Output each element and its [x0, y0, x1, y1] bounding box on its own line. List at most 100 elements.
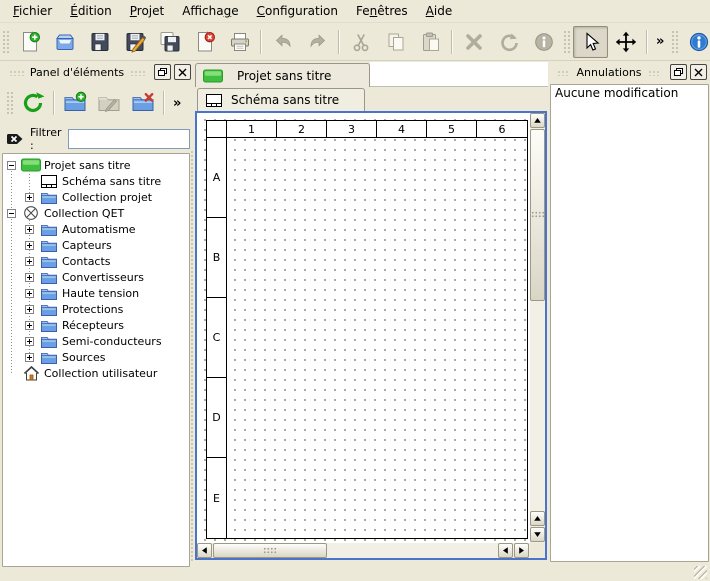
tree-item-sources[interactable]: Sources — [3, 349, 189, 365]
delete-button[interactable] — [456, 26, 491, 58]
v-scroll-down-button[interactable] — [530, 527, 545, 542]
element-info-button[interactable] — [526, 26, 561, 58]
close-panel-button[interactable] — [174, 64, 191, 80]
tree-item-schema-sans-titre[interactable]: Schéma sans titre — [3, 173, 189, 189]
tree-expander-plus[interactable] — [25, 337, 34, 346]
tree-item-haute-tension[interactable]: Haute tension — [3, 285, 189, 301]
close-file-button[interactable] — [187, 26, 222, 58]
new-category-button[interactable] — [58, 86, 92, 120]
tree-item-collection-utilisateur[interactable]: Collection utilisateur — [3, 365, 189, 381]
diagram-frame: 123456ABCDE — [206, 120, 528, 539]
menu-edition[interactable]: Édition — [61, 1, 121, 21]
tree-item-automatisme[interactable]: Automatisme — [3, 221, 189, 237]
toolbar-handle[interactable] — [671, 30, 678, 54]
about-button[interactable] — [681, 26, 710, 58]
tree-expander-plus[interactable] — [25, 225, 34, 234]
tree-expander-minus[interactable] — [7, 161, 16, 170]
menu-projet[interactable]: Projet — [121, 1, 173, 21]
tree-expander-minus[interactable] — [7, 209, 16, 218]
tab-projet-sans-titre[interactable]: Projet sans titre — [195, 63, 370, 87]
tree-item-projet-sans-titre[interactable]: Projet sans titre — [3, 157, 189, 173]
tree-item-label: Protections — [60, 303, 123, 316]
float-undo-panel-button[interactable] — [670, 64, 687, 80]
open-file-button[interactable] — [47, 26, 82, 58]
tab-schema-sans-titre[interactable]: Schéma sans titre — [197, 88, 365, 111]
tree-item-capteurs[interactable]: Capteurs — [3, 237, 189, 253]
float-panel-button[interactable] — [154, 64, 171, 80]
reload-collections-button[interactable] — [16, 86, 50, 120]
row-header-a: A — [207, 138, 227, 218]
tree-expander-plus[interactable] — [25, 353, 34, 362]
about-icon — [688, 31, 710, 53]
tree-item-contacts[interactable]: Contacts — [3, 253, 189, 269]
undo-panel-titlebar: Annulations — [551, 64, 707, 80]
edit-category-button[interactable] — [92, 86, 126, 120]
tree-item-recepteurs[interactable]: Récepteurs — [3, 317, 189, 333]
save-all-button[interactable] — [152, 26, 187, 58]
toolbar-handle[interactable] — [6, 91, 13, 115]
vertical-scrollbar[interactable] — [530, 113, 545, 543]
redo-icon — [307, 31, 329, 53]
filter-row: Filtrer : — [4, 127, 190, 151]
save-as-button[interactable] — [117, 26, 152, 58]
folder-icon — [38, 223, 60, 236]
menu-configuration[interactable]: Configuration — [248, 1, 347, 21]
toolbar-handle[interactable] — [2, 30, 9, 54]
paste-button[interactable] — [413, 26, 448, 58]
redo-button[interactable] — [300, 26, 335, 58]
tree-expander-plus[interactable] — [25, 321, 34, 330]
horizontal-scrollbar[interactable] — [197, 543, 530, 558]
print-button[interactable] — [222, 26, 257, 58]
panel-splitter[interactable] — [189, 150, 194, 562]
tree-item-collection-projet[interactable]: Collection projet — [3, 189, 189, 205]
undo-panel-title: Annulations — [576, 66, 641, 79]
tree-item-collection-qet[interactable]: Collection QET — [3, 205, 189, 221]
panel-toolbar-overflow-button[interactable]: » — [168, 96, 186, 111]
tree-expander-plus[interactable] — [25, 193, 34, 202]
menu-aide[interactable]: Aide — [417, 1, 462, 21]
v-scroll-up-button[interactable] — [530, 113, 545, 128]
tree-expander-plus[interactable] — [25, 289, 34, 298]
move-mode-button[interactable] — [608, 26, 643, 58]
menu-fenetres[interactable]: Fenêtres — [347, 1, 417, 21]
tree-item-protections[interactable]: Protections — [3, 301, 189, 317]
toolbar-handle[interactable] — [563, 30, 570, 54]
h-scroll-thumb[interactable] — [213, 543, 327, 558]
delete-category-button[interactable] — [126, 86, 160, 120]
tree-item-convertisseurs[interactable]: Convertisseurs — [3, 269, 189, 285]
tree-expander-plus[interactable] — [25, 257, 34, 266]
tree-expander-plus[interactable] — [25, 273, 34, 282]
undo-list-item[interactable]: Aucune modification — [551, 85, 708, 103]
toolbar-separator — [53, 91, 55, 115]
tree-item-semi-conducteurs[interactable]: Semi-conducteurs — [3, 333, 189, 349]
project-folder-icon — [20, 158, 42, 172]
menu-fichier[interactable]: Fichier — [4, 1, 61, 21]
schema-tabbar: Schéma sans titre — [197, 87, 548, 111]
v-scroll-up-button-2[interactable] — [530, 511, 545, 526]
schema-canvas[interactable]: 123456ABCDE — [197, 113, 530, 543]
window-resize-grip[interactable] — [694, 566, 707, 579]
tabbar-empty-area — [370, 62, 548, 87]
select-mode-button[interactable] — [573, 26, 608, 58]
tree-item-label: Semi-conducteurs — [60, 335, 162, 348]
clear-filter-button[interactable] — [6, 130, 24, 148]
close-undo-panel-button[interactable] — [690, 64, 707, 80]
filter-input[interactable] — [68, 129, 190, 149]
save-icon — [89, 31, 111, 53]
cut-button[interactable] — [343, 26, 378, 58]
menu-affichage[interactable]: Affichage — [173, 1, 247, 21]
v-scroll-thumb[interactable] — [530, 129, 545, 301]
new-file-button[interactable] — [12, 26, 47, 58]
copy-button[interactable] — [378, 26, 413, 58]
h-scroll-left-button[interactable] — [197, 543, 212, 558]
undo-button[interactable] — [265, 26, 300, 58]
column-header-3: 3 — [327, 121, 377, 138]
h-scroll-left-button-2[interactable] — [498, 543, 513, 558]
selection-toolbar-overflow-button[interactable]: » — [651, 34, 669, 49]
tree-expander-plus[interactable] — [25, 241, 34, 250]
tree-expander-plus[interactable] — [25, 305, 34, 314]
rotate-button[interactable] — [491, 26, 526, 58]
h-scroll-right-button[interactable] — [514, 543, 529, 558]
undo-history-list: Aucune modification — [550, 84, 709, 562]
save-button[interactable] — [82, 26, 117, 58]
